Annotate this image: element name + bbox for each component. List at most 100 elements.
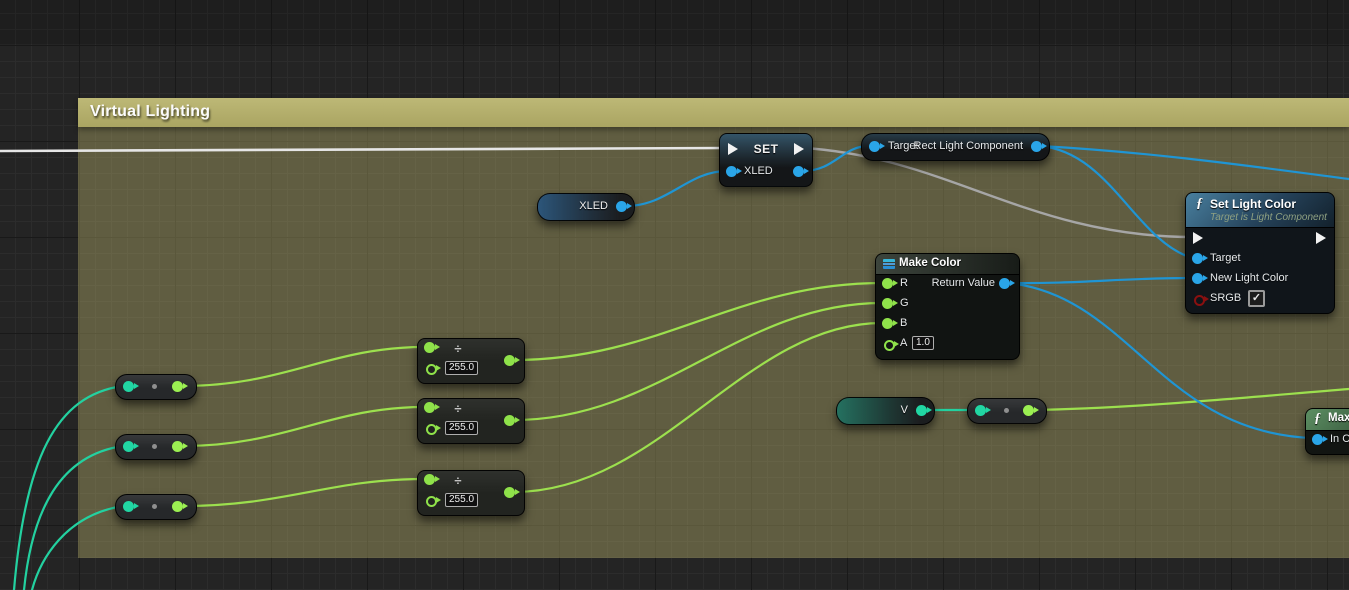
- return-value-label: Return Value: [932, 277, 995, 289]
- max-node-header: ƒ Max (: [1306, 409, 1349, 431]
- node-set-light-color[interactable]: ƒ Set Light Color Target is Light Compon…: [1185, 192, 1335, 314]
- result-pin[interactable]: [504, 355, 515, 366]
- set-light-color-header: ƒ Set Light Color Target is Light Compon…: [1186, 193, 1334, 228]
- node-divide-b[interactable]: ÷ 255.0: [417, 470, 525, 516]
- wire-makecolor-to-newlightcolor[interactable]: [1008, 278, 1192, 283]
- node-convert-byte-to-float-r[interactable]: [115, 374, 197, 400]
- g-input-pin[interactable]: [882, 298, 893, 309]
- divide-symbol: ÷: [448, 341, 468, 356]
- divisor-value-input[interactable]: 255.0: [445, 493, 478, 507]
- node-get-v[interactable]: V: [836, 397, 935, 425]
- wire-div1-to-r[interactable]: [514, 283, 882, 360]
- conversion-dot-icon: [1004, 408, 1009, 413]
- divisor-pin[interactable]: [426, 424, 437, 435]
- xled-input-pin[interactable]: [726, 166, 737, 177]
- make-color-header: Make Color: [876, 254, 1019, 275]
- dividend-pin[interactable]: [424, 342, 435, 353]
- make-struct-icon: [883, 259, 895, 269]
- conversion-dot-icon: [152, 444, 157, 449]
- srgb-checkbox[interactable]: ✓: [1248, 290, 1265, 307]
- node-convert-byte-to-float-g[interactable]: [115, 434, 197, 460]
- node-set-xled[interactable]: SET XLED: [719, 133, 813, 187]
- float-output-pin[interactable]: [1023, 405, 1034, 416]
- a-pin-label: A: [900, 337, 907, 349]
- node-divide-g[interactable]: ÷ 255.0: [417, 398, 525, 444]
- node-get-rect-light-component[interactable]: Target Rect Light Component: [861, 133, 1050, 161]
- rect-light-output-label: Rect Light Component: [914, 140, 1023, 152]
- wire-conv3-to-div3[interactable]: [183, 479, 424, 506]
- divide-symbol: ÷: [448, 473, 468, 488]
- xled-variable-label: XLED: [579, 200, 608, 212]
- target-input-pin[interactable]: [869, 141, 880, 152]
- a-value-input[interactable]: 1.0: [912, 336, 934, 350]
- byte-input-pin[interactable]: [123, 441, 134, 452]
- wire-div3-to-b[interactable]: [514, 323, 882, 492]
- float-output-pin[interactable]: [172, 381, 183, 392]
- g-pin-label: G: [900, 297, 909, 309]
- wire-layer: [0, 0, 1349, 590]
- target-pin[interactable]: [1192, 253, 1203, 264]
- byte-input-pin[interactable]: [975, 405, 986, 416]
- divisor-value-input[interactable]: 255.0: [445, 421, 478, 435]
- dividend-pin[interactable]: [424, 402, 435, 413]
- v-variable-label: V: [901, 404, 908, 416]
- function-icon: ƒ: [1196, 196, 1203, 212]
- new-light-color-label: New Light Color: [1210, 272, 1288, 284]
- byte-input-pin[interactable]: [123, 501, 134, 512]
- wire-conv-v-to-right-edge[interactable]: [1033, 389, 1349, 410]
- r-input-pin[interactable]: [882, 278, 893, 289]
- byte-input-pin[interactable]: [123, 381, 134, 392]
- conversion-dot-icon: [152, 504, 157, 509]
- node-convert-byte-to-float-b[interactable]: [115, 494, 197, 520]
- exec-out-pin[interactable]: [1316, 232, 1326, 244]
- float-output-pin[interactable]: [172, 441, 183, 452]
- set-light-color-subtitle: Target is Light Component: [1210, 212, 1327, 223]
- xled-input-label: XLED: [744, 165, 773, 177]
- exec-out-pin[interactable]: [794, 143, 804, 155]
- divisor-value-input[interactable]: 255.0: [445, 361, 478, 375]
- dividend-pin[interactable]: [424, 474, 435, 485]
- node-get-xled[interactable]: XLED: [537, 193, 635, 221]
- wire-rectlight-to-slc-target[interactable]: [1040, 146, 1192, 258]
- set-output-pin[interactable]: [793, 166, 804, 177]
- node-convert-byte-to-float-v[interactable]: [967, 398, 1047, 424]
- exec-in-pin[interactable]: [1193, 232, 1203, 244]
- wire-rectlight-to-right-edge[interactable]: [1040, 146, 1349, 179]
- rect-light-output-pin[interactable]: [1031, 141, 1042, 152]
- make-color-title: Make Color: [899, 257, 961, 269]
- conversion-dot-icon: [152, 384, 157, 389]
- blueprint-graph-canvas[interactable]: Virtual Lighting SET XLED XLED: [0, 0, 1349, 590]
- wire-byte-r-from-offscreen[interactable]: [14, 386, 123, 590]
- xled-output-pin[interactable]: [616, 201, 627, 212]
- srgb-label: SRGB: [1210, 292, 1241, 304]
- function-icon: ƒ: [1314, 411, 1321, 427]
- float-output-pin[interactable]: [172, 501, 183, 512]
- result-pin[interactable]: [504, 487, 515, 498]
- new-light-color-pin[interactable]: [1192, 273, 1203, 284]
- divisor-pin[interactable]: [426, 496, 437, 507]
- node-make-color[interactable]: Make Color R G B A 1.0 Return Value: [875, 253, 1020, 360]
- divisor-pin[interactable]: [426, 364, 437, 375]
- return-value-pin[interactable]: [999, 278, 1010, 289]
- b-pin-label: B: [900, 317, 907, 329]
- wire-byte-b-from-offscreen[interactable]: [32, 506, 123, 590]
- v-output-pin[interactable]: [916, 405, 927, 416]
- wire-exec-set-to-setlightcolor[interactable]: [805, 148, 1193, 237]
- wire-conv1-to-div1[interactable]: [183, 347, 424, 386]
- result-pin[interactable]: [504, 415, 515, 426]
- node-max-function[interactable]: ƒ Max ( In Col: [1305, 408, 1349, 455]
- b-input-pin[interactable]: [882, 318, 893, 329]
- wire-exec-in-to-set[interactable]: [0, 148, 727, 151]
- target-pin-label: Target: [1210, 252, 1241, 264]
- in-color-pin-label: In Col: [1330, 433, 1349, 445]
- wire-xled-to-set-input[interactable]: [626, 171, 727, 206]
- a-input-pin[interactable]: [884, 340, 895, 351]
- in-color-pin[interactable]: [1312, 434, 1323, 445]
- divide-symbol: ÷: [448, 401, 468, 416]
- node-divide-r[interactable]: ÷ 255.0: [417, 338, 525, 384]
- wire-conv2-to-div2[interactable]: [183, 407, 424, 446]
- srgb-pin[interactable]: [1194, 295, 1205, 306]
- set-light-color-title: Set Light Color: [1210, 197, 1296, 211]
- max-node-title: Max (: [1328, 412, 1349, 424]
- exec-in-pin[interactable]: [728, 143, 738, 155]
